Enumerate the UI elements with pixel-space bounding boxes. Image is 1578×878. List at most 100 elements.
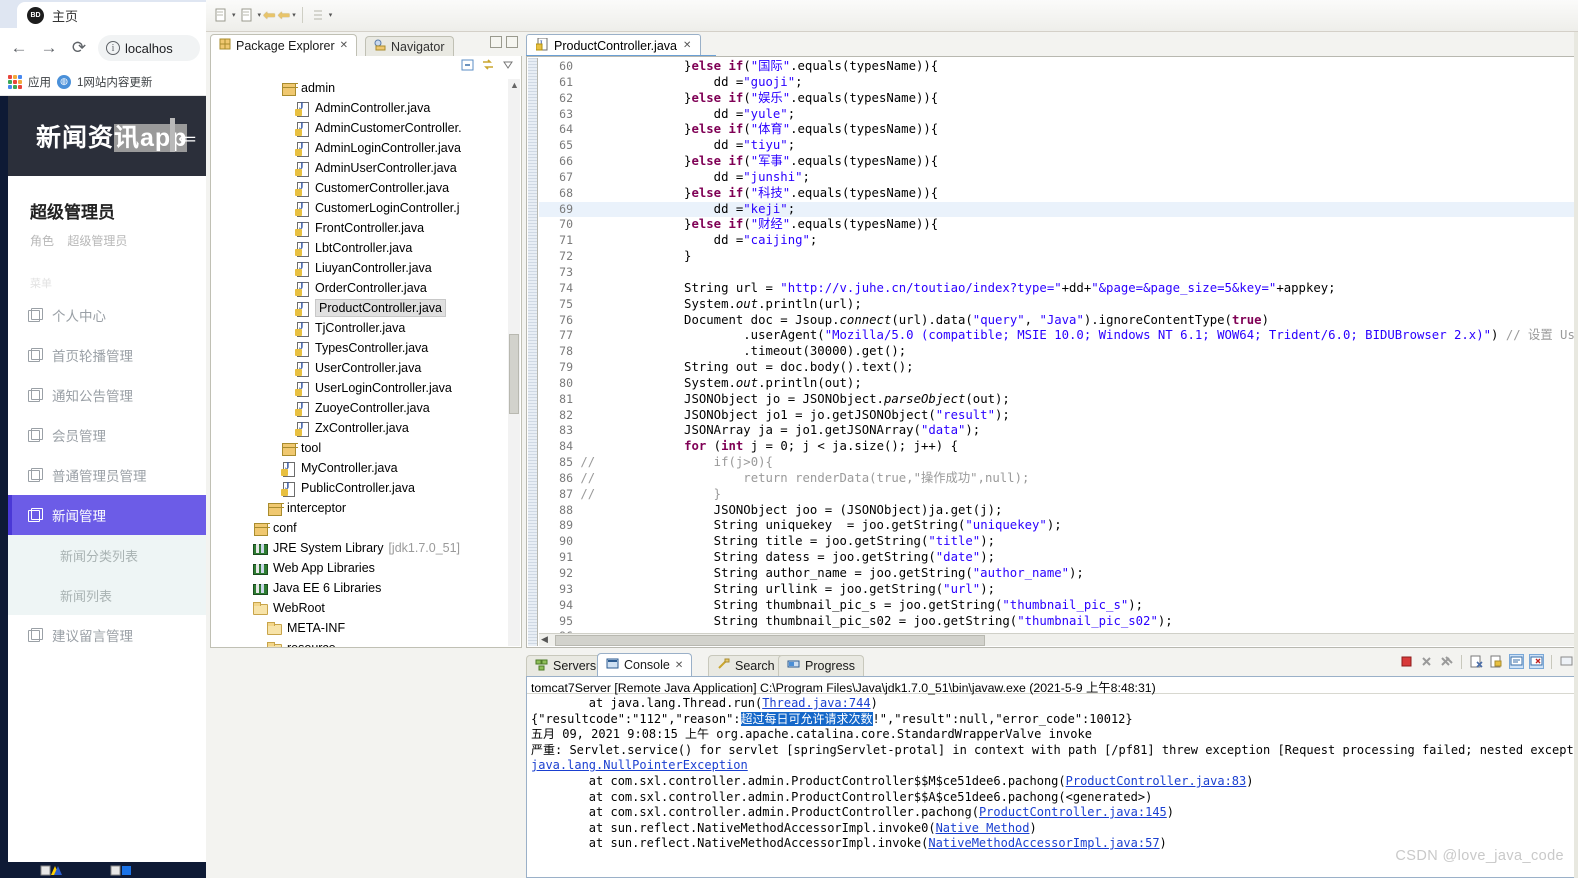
collapse-all-icon[interactable] <box>461 58 475 77</box>
tab-package-explorer[interactable]: Package Explorer ✕ <box>210 34 358 56</box>
clear-console-icon[interactable] <box>1469 654 1484 669</box>
sidebar-item-notice-manage[interactable]: 通知公告管理 <box>8 375 206 415</box>
display-selected-console-icon[interactable] <box>1559 654 1574 669</box>
scroll-up-arrow-icon[interactable]: ▲ <box>510 80 519 90</box>
tree-row[interactable]: MyController.java <box>211 458 521 478</box>
chevron-down-icon[interactable]: ▾ <box>258 11 262 19</box>
remove-launch-icon[interactable] <box>1419 654 1434 669</box>
tree-row[interactable]: AdminUserController.java <box>211 158 521 178</box>
tree-row[interactable]: OrderController.java <box>211 278 521 298</box>
new-java-class-icon[interactable] <box>212 6 230 24</box>
taskbar-icon-eclipse[interactable] <box>110 863 132 877</box>
console-log[interactable]: at java.lang.Thread.run(Thread.java:744)… <box>527 694 1575 854</box>
tree-row[interactable]: CustomerController.java <box>211 178 521 198</box>
sidebar-subitem-news-list[interactable]: 新闻列表 <box>8 575 206 615</box>
remove-all-terminated-icon[interactable] <box>1439 654 1454 669</box>
tree-row[interactable]: TypesController.java <box>211 338 521 358</box>
tree-row[interactable]: resource <box>211 638 521 647</box>
link-with-editor-icon[interactable] <box>481 58 495 77</box>
minimize-icon[interactable] <box>490 36 502 48</box>
scroll-lock-icon[interactable] <box>1489 654 1504 669</box>
tree-row[interactable]: Web App Libraries <box>211 558 521 578</box>
tree-row[interactable]: TjController.java <box>211 318 521 338</box>
tree-row[interactable]: FrontController.java <box>211 218 521 238</box>
chevron-down-icon[interactable]: ▾ <box>232 11 236 19</box>
watermark: CSDN @love_java_code <box>1395 848 1564 864</box>
chevron-down-icon[interactable]: ▾ <box>292 11 296 19</box>
back-navigation-icon[interactable]: ⬅ <box>263 6 276 24</box>
console-icon <box>606 657 619 673</box>
globe-icon: ◍ <box>57 74 71 89</box>
scrollbar-thumb[interactable] <box>509 334 519 414</box>
new-element-icon[interactable] <box>238 6 256 24</box>
code-editor[interactable]: 60 }else if("国际".equals(typesName)){61 d… <box>526 56 1576 648</box>
tab-servers[interactable]: Servers <box>526 655 606 676</box>
sidebar-item-member-manage[interactable]: 会员管理 <box>8 415 206 455</box>
site-info-icon[interactable]: i <box>106 41 120 55</box>
code-line: 88 JSONObject joo = (JSONObject)ja.get(j… <box>539 503 1575 519</box>
tree-row[interactable]: ProductController.java <box>211 298 521 318</box>
scrollbar-thumb[interactable] <box>555 635 985 646</box>
sidebar-item-carousel-manage[interactable]: 首页轮播管理 <box>8 335 206 375</box>
screenshot-root: BD 主页 ← → ⟳ i localhos 应用 ◍ 1网站内容更新 新闻资讯… <box>0 0 1578 878</box>
sidebar-item-admin-manage[interactable]: 普通管理员管理 <box>8 455 206 495</box>
taskbar-icon-explorer[interactable] <box>40 863 62 877</box>
editor-horizontal-scrollbar[interactable]: ◀ <box>539 633 1574 646</box>
apps-grid-icon[interactable] <box>8 74 22 89</box>
close-icon[interactable]: ✕ <box>675 660 683 671</box>
tree-row[interactable]: AdminLoginController.java <box>211 138 521 158</box>
line-number: 81 <box>559 391 573 406</box>
tab-console[interactable]: Console ✕ <box>597 653 693 676</box>
browser-tab[interactable]: BD 主页 <box>17 2 206 28</box>
tree-row[interactable]: ZuoyeController.java <box>211 398 521 418</box>
source-code[interactable]: 60 }else if("国际".equals(typesName)){61 d… <box>539 57 1575 645</box>
address-bar[interactable]: i localhos <box>98 35 200 61</box>
reload-icon[interactable]: ⟳ <box>66 35 92 61</box>
tree-row[interactable]: AdminController.java <box>211 98 521 118</box>
back-icon[interactable]: ← <box>6 35 32 61</box>
tree-vertical-scrollbar[interactable]: ▲ <box>508 79 520 646</box>
tree-row[interactable]: conf <box>211 518 521 538</box>
project-tree[interactable]: admin AdminController.java AdminCustomerCo… <box>210 78 522 648</box>
tree-row[interactable]: WebRoot <box>211 598 521 618</box>
annotation-icon[interactable] <box>309 6 327 24</box>
show-console-on-output-icon[interactable] <box>1509 654 1524 669</box>
tree-row[interactable]: LbtController.java <box>211 238 521 258</box>
forward-icon[interactable]: → <box>36 35 62 61</box>
tree-row[interactable]: CustomerLoginController.j <box>211 198 521 218</box>
close-icon[interactable]: ✕ <box>340 40 348 51</box>
sidebar-item-news-manage[interactable]: 新闻管理 <box>8 495 206 535</box>
tab-progress[interactable]: Progress <box>778 655 865 676</box>
scroll-left-arrow-icon[interactable]: ◀ <box>541 634 548 645</box>
sidebar-item-personal-center[interactable]: 个人中心 <box>8 295 206 335</box>
view-menu-icon[interactable] <box>501 58 515 77</box>
tab-navigator[interactable]: Navigator <box>365 36 454 56</box>
tree-row[interactable]: META-INF <box>211 618 521 638</box>
tree-row[interactable]: interceptor <box>211 498 521 518</box>
bookmark-apps-label[interactable]: 应用 <box>28 74 51 90</box>
tree-row[interactable]: PublicController.java <box>211 478 521 498</box>
tree-row[interactable]: Java EE 6 Libraries <box>211 578 521 598</box>
tab-search[interactable]: Search <box>708 655 784 676</box>
tree-row[interactable]: tool <box>211 438 521 458</box>
terminate-icon[interactable] <box>1399 654 1414 669</box>
tree-row[interactable]: UserLoginController.java <box>211 378 521 398</box>
maximize-icon[interactable] <box>506 36 518 48</box>
sidebar-subitem-news-categories[interactable]: 新闻分类列表 <box>8 535 206 575</box>
bookmark-item-1[interactable]: 1网站内容更新 <box>77 74 152 90</box>
tree-row[interactable]: UserController.java <box>211 358 521 378</box>
close-icon[interactable]: ✕ <box>683 40 691 51</box>
tree-row[interactable]: LiuyanController.java <box>211 258 521 278</box>
tree-row[interactable]: admin <box>211 78 521 98</box>
pin-console-icon[interactable] <box>1529 654 1544 669</box>
chevron-down-icon[interactable]: ▾ <box>329 11 333 19</box>
tree-row[interactable]: AdminCustomerController. <box>211 118 521 138</box>
text-caret <box>170 118 175 152</box>
sidebar-item-feedback-manage[interactable]: 建议留言管理 <box>8 615 206 655</box>
tree-row[interactable]: ZxController.java <box>211 418 521 438</box>
tree-row[interactable]: JRE System Library [jdk1.7.0_51] <box>211 538 521 558</box>
tab-productcontroller-java[interactable]: J ProductController.java ✕ <box>526 34 702 56</box>
console-tab-label: Search <box>735 659 775 673</box>
forward-navigation-icon[interactable]: ⬅ <box>278 6 291 24</box>
collapse-arrow-icon[interactable]: ⇐ <box>178 128 196 150</box>
